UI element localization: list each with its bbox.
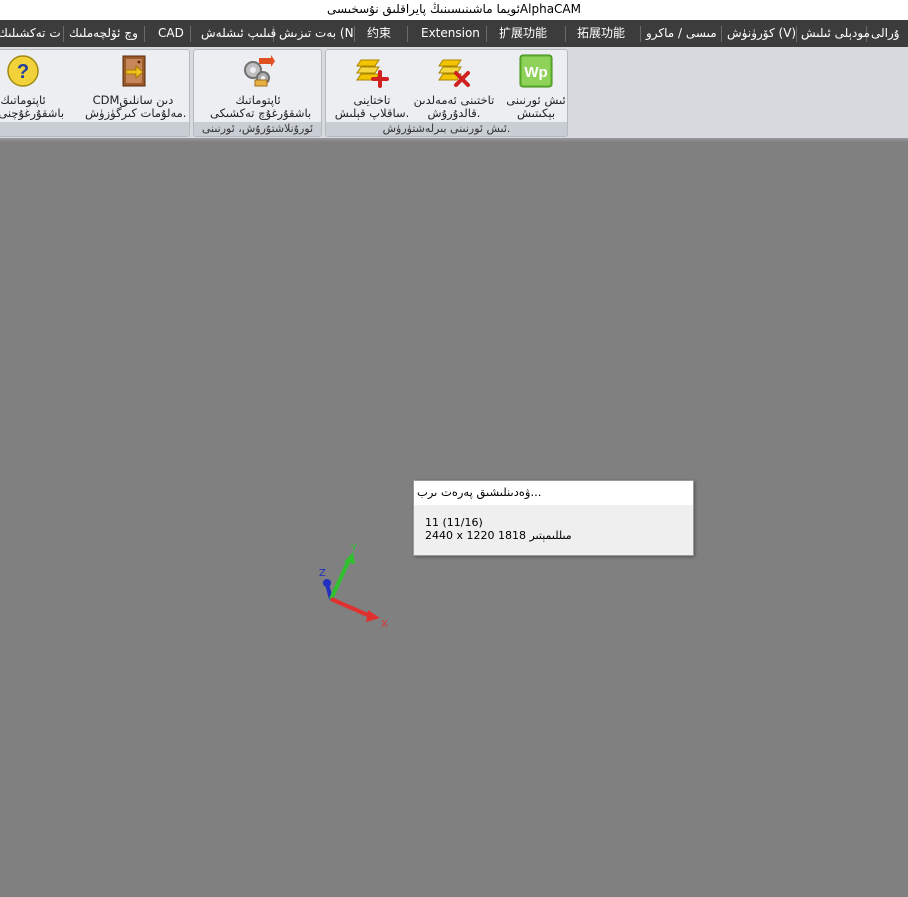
keep-sheet-label-2: ساقلاپ قېلىش. [334,106,410,120]
ribbon-group-layout: ئاپتوماتىك باشقۇرغۇچ تەكشىكى ئورۇنلاشتۇر… [193,49,322,137]
menu-item-model[interactable]: مودېلى ئىلىش [801,20,870,47]
menu-separator [640,26,641,42]
menu-separator [63,26,64,42]
auto-tools-button[interactable]: ئاپتوماتىك باشقۇرغۇچ تەكشىكى [210,52,311,122]
svg-text:?: ? [17,61,29,83]
dialog-sheet-count: 11 (11/16) [425,516,483,529]
keep-sheet-button[interactable]: تاختاينى ساقلاپ قېلىش. [335,52,409,122]
cancel-board-icon [437,54,471,88]
menu-item-extension[interactable]: Extension [421,20,480,47]
z-axis-arrow [323,579,331,587]
ribbon-shadow [0,138,908,142]
x-axis-line [330,597,371,618]
menu-item-cad[interactable]: CAD [158,20,184,47]
menu-separator [190,26,191,42]
menu-item-nesting[interactable]: بەت تىزىش (N [279,20,354,47]
cancel-sheet-label-2: قالدۇرۇش. [427,106,481,120]
axis-indicator: Z Y X [310,538,400,633]
help-icon: ? [6,54,40,88]
y-axis-label: Y [350,543,358,554]
ribbon-group-label [0,122,189,136]
window-title: ئويما ماشىنىسىنىڭ پايراقلىق نۇسخىسىAlpha… [0,0,908,20]
menu-separator [144,26,145,42]
menu-bar: ۇرالى مودېلى ئىلىش كۆرۈنۈش (V) مىسى / ما… [0,20,908,47]
menu-separator [354,26,355,42]
dialog-title: ۋەدىنلىشىق پەرەت ىرب... [414,481,693,505]
auto-tools-label-2: باشقۇرغۇچ تەكشىكى [210,106,312,120]
menu-item-plane[interactable]: ت تەكشىلىك [0,20,61,47]
cdm-import-button[interactable]: CDMدىن سانلىق مەلۇمات كىرگۈزۈش. [85,52,186,122]
menu-separator [565,26,566,42]
auto-help-label-2: باشقۇرغۇچنى يې [0,106,65,120]
x-axis-arrow [366,610,380,622]
set-workplane-button[interactable]: Wp ئىش ئورنىنى بېكىتىش [506,52,566,122]
progress-dialog: ۋەدىنلىشىق پەرەت ىرب... 11 (11/16) 2440 … [413,480,694,556]
svg-text:Wp: Wp [524,64,547,81]
menu-separator [721,26,722,42]
cdm-import-label-2: مەلۇمات كىرگۈزۈش. [85,106,187,120]
menu-item-tools[interactable]: ۇرالى [871,20,900,47]
menu-item-extension-cn2[interactable]: 拓展功能 [577,20,625,47]
add-board-icon [355,54,389,88]
z-axis-label: Z [319,568,326,579]
menu-item-view[interactable]: كۆرۈنۈش (V) [727,20,796,47]
menu-item-3d[interactable]: وچ ئۆلچەملىك [69,20,138,47]
menu-separator [407,26,408,42]
x-axis-label: X [381,619,388,630]
cancel-sheet-button[interactable]: تاختىنى ئەمەلدىن قالدۇرۇش. [414,52,494,122]
menu-item-constraint[interactable]: 约束 [367,20,391,47]
auto-help-button[interactable]: ? ئاپتوماتىك باشقۇرغۇچنى يې [0,52,64,122]
ribbon-group-label: ئىش ئورنىنى بىرلەشتۈرۈش. [326,122,567,136]
ribbon: Wp ئىش ئورنىنى بېكىتىش تاختىنى ئەمەلدىن … [0,47,908,139]
ribbon-group-sheets: Wp ئىش ئورنىنى بېكىتىش تاختىنى ئەمەلدىن … [325,49,568,137]
ribbon-group-cdm: CDMدىن سانلىق مەلۇمات كىرگۈزۈش. ? ئاپتوم… [0,49,190,137]
auto-tools-icon [241,54,275,88]
menu-item-extension-cn[interactable]: 扩展功能 [499,20,547,47]
dialog-sheet-size: 2440 x 1220 18مىللىمېتىر 18 [425,529,572,542]
ribbon-group-label: ئورۇنلاشتۇرۇش، ئورنىنى [194,122,321,136]
wp-workplane-icon: Wp [519,54,553,88]
cdm-import-icon [116,54,150,88]
menu-separator [796,26,797,42]
menu-item-macro[interactable]: مىسى / ماكرو [646,20,717,47]
menu-item-machining[interactable]: قىلىپ ئىشلەش [201,20,276,47]
y-axis-line [329,559,351,600]
menu-separator [486,26,487,42]
